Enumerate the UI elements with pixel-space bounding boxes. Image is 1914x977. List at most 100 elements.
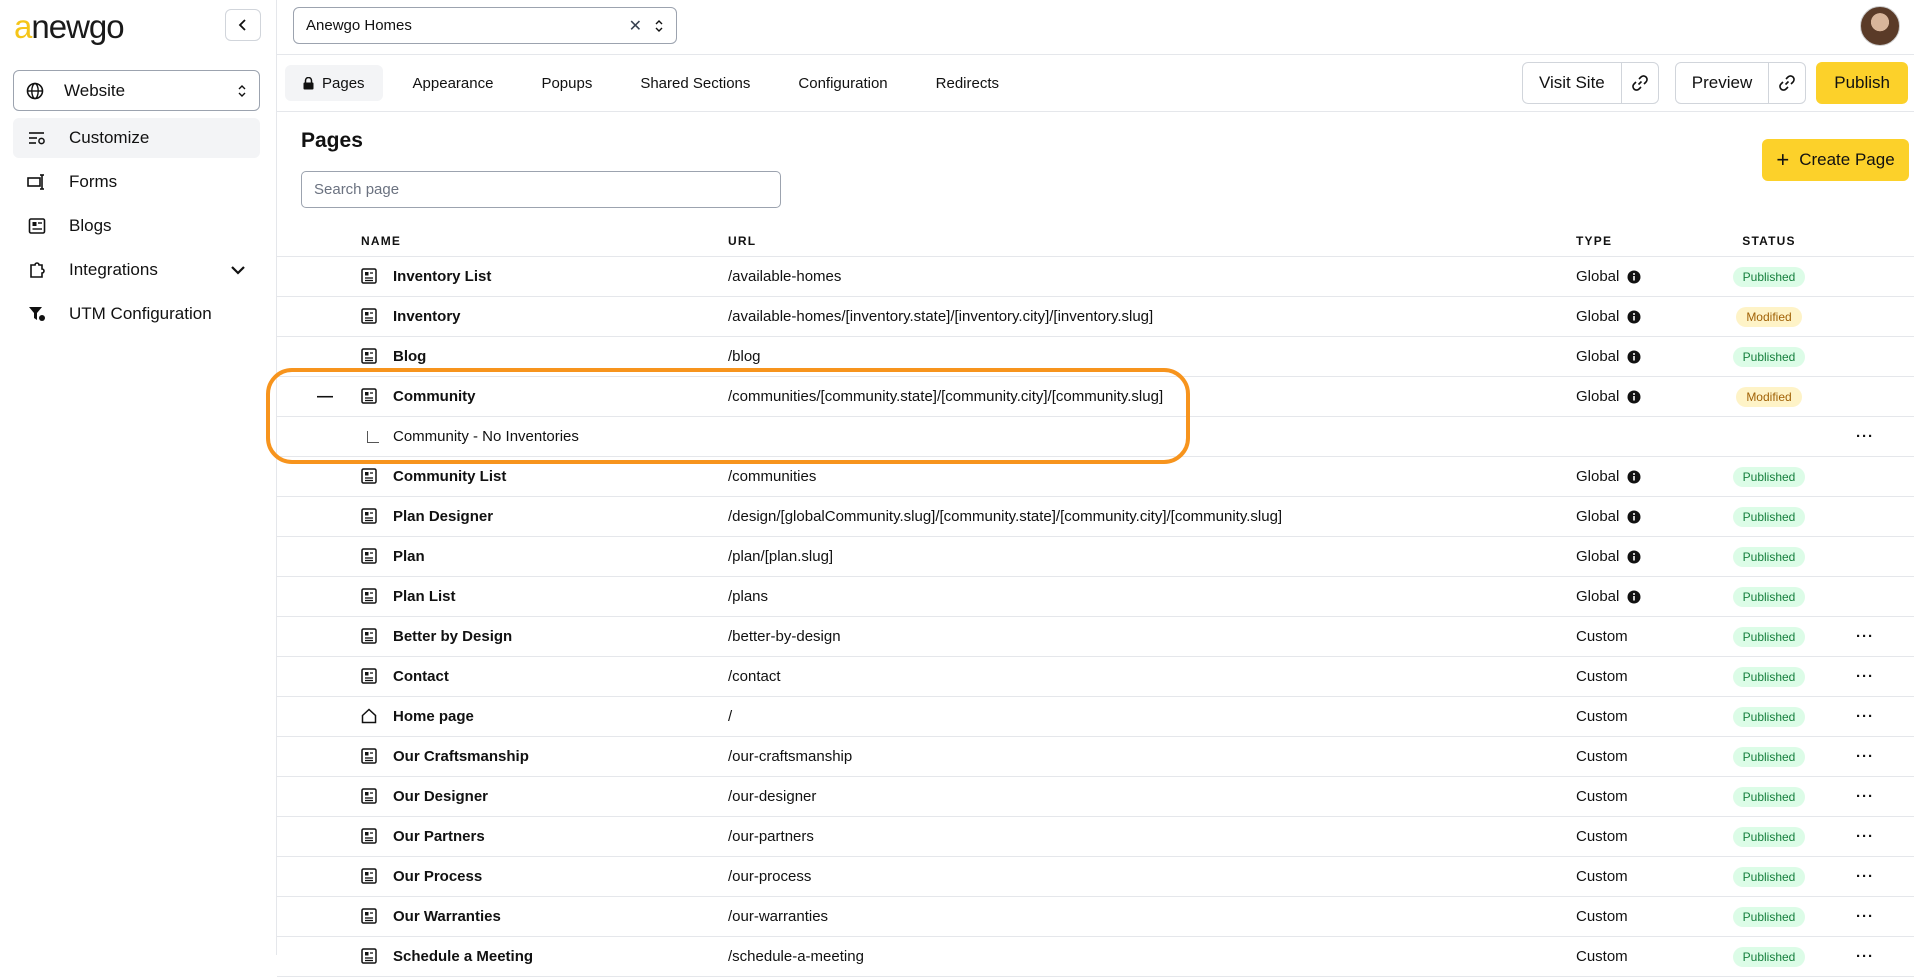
row-name[interactable]: Inventory List [361,267,728,286]
table-row[interactable]: Plan Designer/design/[globalCommunity.sl… [277,497,1914,537]
user-avatar[interactable] [1860,6,1900,46]
tab-shared-sections[interactable]: Shared Sections [622,65,768,101]
chevron-down-icon[interactable] [230,264,246,276]
table-row[interactable]: — Community/communities/[community.state]… [277,377,1914,417]
preview-button[interactable]: Preview [1676,63,1770,103]
row-url: /better-by-design [728,628,841,645]
row-name[interactable]: Plan Designer [361,507,728,526]
row-more-button[interactable]: ··· [1830,708,1900,725]
table-row[interactable]: Contact/contact Custom Published ··· [277,657,1914,697]
sidebar-item-integrations[interactable]: Integrations [13,250,260,290]
site-select[interactable]: Website [13,70,260,111]
row-url: /plans [728,588,769,605]
row-url: /blog [728,348,761,365]
sidebar-item-utm-configuration[interactable]: UTM Configuration [13,294,260,334]
table-row[interactable]: Plan/plan/[plan.slug] Global Published [277,537,1914,577]
table-subrow[interactable]: Community - No Inventories ··· [277,417,1914,457]
row-url: /our-warranties [728,908,829,925]
row-name[interactable]: Community List [361,467,728,486]
chevron-updown-icon [655,19,663,32]
collapse-sidebar-button[interactable] [225,9,261,41]
table-row[interactable]: Inventory List/available-homes Global Publ… [277,257,1914,297]
row-name[interactable]: Schedule a Meeting [361,947,728,966]
page-icon [361,507,379,526]
table-row[interactable]: Our Warranties/our-warranties Custom Publi… [277,897,1914,937]
header-name: NAME [361,233,402,248]
info-icon[interactable] [1627,510,1641,524]
blogs-icon [27,216,47,236]
info-icon[interactable] [1627,350,1641,364]
status-badge: Published [1732,706,1806,727]
clear-icon[interactable]: ✕ [629,16,642,36]
row-more-button[interactable]: ··· [1830,908,1900,925]
row-name[interactable]: Community [361,387,728,406]
tab-appearance[interactable]: Appearance [395,65,512,101]
row-name[interactable]: Inventory [361,307,728,326]
row-more-button[interactable]: ··· [1830,868,1900,885]
row-more-button[interactable]: ··· [1830,828,1900,845]
row-status: Published [1708,706,1830,727]
table-row[interactable]: Our Partners/our-partners Custom Published… [277,817,1914,857]
row-name[interactable]: Better by Design [361,627,728,646]
row-name[interactable]: Plan [361,547,728,566]
visit-site-button[interactable]: Visit Site [1523,63,1622,103]
tab-pages[interactable]: Pages [285,65,383,101]
tab-popups[interactable]: Popups [523,65,610,101]
row-status: Published [1708,866,1830,887]
table-row[interactable]: Schedule a Meeting/schedule-a-meeting Cus… [277,937,1914,977]
copy-site-link-button[interactable] [1622,63,1658,103]
copy-preview-link-button[interactable] [1769,63,1805,103]
row-name[interactable]: Home page [361,707,728,726]
table-row[interactable]: Community List/communities Global Publishe… [277,457,1914,497]
row-more-button[interactable]: ··· [1830,628,1900,645]
sidebar-item-blogs[interactable]: Blogs [13,206,260,246]
info-icon[interactable] [1627,390,1641,404]
info-icon[interactable] [1627,550,1641,564]
publish-button[interactable]: Publish [1816,62,1908,104]
table-row[interactable]: Our Designer/our-designer Custom Published… [277,777,1914,817]
table-row[interactable]: Home page / Custom Published ··· [277,697,1914,737]
create-page-button[interactable]: + Create Page [1762,139,1909,181]
row-url: /our-process [728,868,812,885]
anewgo-logo[interactable]: anewgo [14,8,125,46]
table-row[interactable]: Our Process/our-process Custom Published ··… [277,857,1914,897]
header-url: URL [728,233,757,248]
row-name[interactable]: Our Designer [361,787,728,806]
row-name[interactable]: Our Craftsmanship [361,747,728,766]
row-status: Published [1708,266,1830,287]
row-name[interactable]: Blog [361,347,728,366]
tab-redirects[interactable]: Redirects [918,65,1017,101]
info-icon[interactable] [1627,470,1641,484]
row-name[interactable]: Our Process [361,867,728,886]
sidebar-item-forms[interactable]: Forms [13,162,260,202]
row-more-button[interactable]: ··· [1830,668,1900,685]
row-more-button[interactable]: ··· [1830,428,1900,445]
row-more-button[interactable]: ··· [1830,948,1900,965]
filter-icon [27,304,47,324]
row-name[interactable]: Plan List [361,587,728,606]
row-name[interactable]: Our Warranties [361,907,728,926]
sidebar-item-customize[interactable]: Customize [13,118,260,158]
table-row[interactable]: Our Craftsmanship/our-craftsmanship Custo… [277,737,1914,777]
row-type: Global [1576,468,1708,485]
row-name[interactable]: Our Partners [361,827,728,846]
header-actions: Visit Site Preview Publish [1506,62,1908,104]
search-page-input[interactable] [301,171,781,208]
company-select[interactable]: Anewgo Homes ✕ [293,7,677,44]
tab-configuration[interactable]: Configuration [780,65,905,101]
info-icon[interactable] [1627,270,1641,284]
table-row[interactable]: Plan List/plans Global Published [277,577,1914,617]
info-icon[interactable] [1627,310,1641,324]
table-row[interactable]: Inventory/available-homes/[inventory.sta… [277,297,1914,337]
row-toggle[interactable]: — [277,388,361,406]
collapse-row-icon[interactable]: — [317,388,333,406]
status-badge: Modified [1736,386,1802,407]
page-icon [361,627,379,646]
row-url: /design/[globalCommunity.slug]/[communit… [728,508,1283,525]
row-name[interactable]: Contact [361,667,728,686]
row-more-button[interactable]: ··· [1830,788,1900,805]
info-icon[interactable] [1627,590,1641,604]
table-row[interactable]: Blog/blog Global Published [277,337,1914,377]
table-row[interactable]: Better by Design/better-by-design Custom P… [277,617,1914,657]
row-more-button[interactable]: ··· [1830,748,1900,765]
